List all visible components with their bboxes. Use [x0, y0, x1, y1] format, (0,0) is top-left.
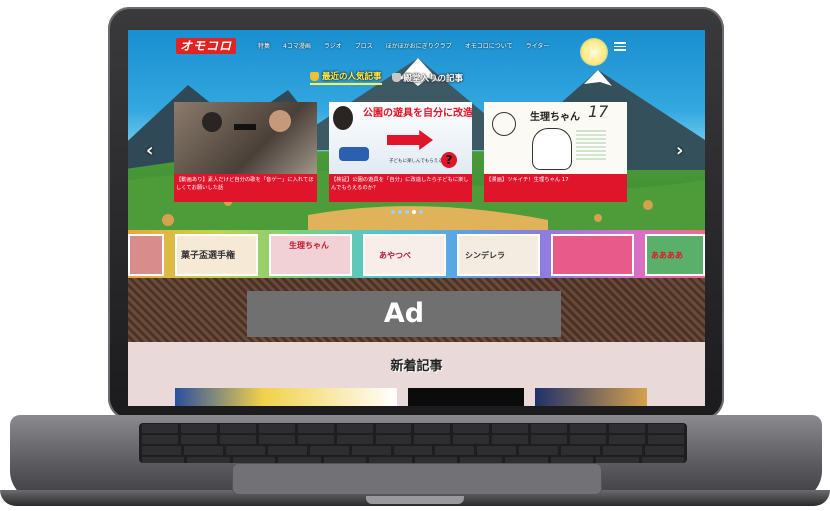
- laptop-frame: オモコロ 特集 4コマ漫画 ラジオ ブロス ほかほかおにぎりクラブ オモコロにつ…: [0, 0, 830, 511]
- nav-menu: 特集 4コマ漫画 ラジオ ブロス ほかほかおにぎりクラブ オモコロについて ライ…: [258, 41, 549, 50]
- article-tabs: 最近の人気記事 殿堂入りの記事: [310, 70, 463, 85]
- screen: オモコロ 特集 4コマ漫画 ラジオ ブロス ほかほかおにぎりクラブ オモコロにつ…: [128, 30, 705, 406]
- carousel-prev-arrow-icon[interactable]: ‹: [146, 140, 153, 161]
- nav-item[interactable]: ラジオ: [324, 41, 342, 50]
- thumb-label: 生理ちゃん: [289, 241, 329, 250]
- new-articles-title: 新着記事: [390, 359, 443, 374]
- thumb-item[interactable]: 生理ちゃん: [269, 234, 352, 276]
- card-image: 生理ちゃん 17: [484, 102, 627, 178]
- card-image: 公園の遊具を自分に改造したら 子どもに楽しんでもらえるのか ?: [329, 102, 472, 178]
- nav-item[interactable]: 4コマ漫画: [283, 41, 311, 50]
- carousel-card[interactable]: 【動画あり】素人だけど自分の歌を「音ゲー」に入れてほしくてお願いした話: [174, 102, 317, 202]
- carousel-card[interactable]: 生理ちゃん 17 【漫画】ツキイチ！生理ちゃん 17: [484, 102, 627, 202]
- card-headline: 生理ちゃん: [530, 112, 580, 123]
- trophy-gold-icon: [310, 71, 319, 81]
- thumb-label: 菓子盃選手権: [181, 251, 236, 261]
- new-article-card[interactable]: [535, 388, 647, 406]
- carousel-cards: 【動画あり】素人だけど自分の歌を「音ゲー」に入れてほしくてお願いした話 公園の遊…: [174, 102, 627, 202]
- hamburger-menu-icon[interactable]: [614, 40, 626, 51]
- nav-item[interactable]: 特集: [258, 41, 270, 50]
- new-article-card[interactable]: [175, 388, 397, 406]
- nav-item[interactable]: ほかほかおにぎりクラブ: [386, 41, 452, 50]
- trackpad: [232, 463, 602, 495]
- keyboard: [139, 423, 687, 463]
- question-mark-icon: ?: [441, 152, 457, 168]
- new-articles-cards: [175, 388, 647, 406]
- trophy-silver-icon: [391, 73, 401, 82]
- ad-banner[interactable]: Ad: [247, 291, 561, 337]
- carousel-dot-active[interactable]: [412, 210, 416, 214]
- thumb-item[interactable]: [551, 234, 634, 276]
- laptop-notch: [366, 496, 464, 504]
- card-caption: 【検証】公園の遊具を「自分」に改造したら子どもに楽しんでもらえるのか？: [329, 174, 472, 202]
- thumb-item[interactable]: ああああ: [645, 234, 705, 276]
- site-logo[interactable]: オモコロ: [176, 38, 237, 54]
- new-article-card[interactable]: [408, 388, 524, 406]
- carousel-next-arrow-icon[interactable]: ›: [676, 140, 683, 161]
- thumb-item[interactable]: 菓子盃選手権: [175, 234, 258, 276]
- card-caption: 【漫画】ツキイチ！生理ちゃん 17: [484, 174, 627, 202]
- thumb-label: シンデレラ: [465, 251, 505, 260]
- nav-item[interactable]: オモコロについて: [465, 41, 513, 50]
- carousel-dot[interactable]: [419, 210, 423, 214]
- thumb-strip: 菓子盃選手権 生理ちゃん あやつべ シンデレラ ああああ: [128, 234, 705, 276]
- carousel-dots: [391, 210, 423, 214]
- top-nav: オモコロ 特集 4コマ漫画 ラジオ ブロス ほかほかおにぎりクラブ オモコロにつ…: [128, 30, 705, 62]
- thumb-item[interactable]: あやつべ: [363, 234, 446, 276]
- carousel-dot[interactable]: [405, 210, 409, 214]
- thumb-label: ああああ: [651, 251, 683, 260]
- hero-banner: オモコロ 特集 4コマ漫画 ラジオ ブロス ほかほかおにぎりクラブ オモコロにつ…: [128, 30, 705, 230]
- carousel-dot[interactable]: [398, 210, 402, 214]
- nav-item[interactable]: ブロス: [355, 41, 373, 50]
- card-headline: 公園の遊具を自分に改造したら: [363, 108, 472, 119]
- card-image: [174, 102, 317, 178]
- card-number: 17: [588, 102, 609, 121]
- tab-hall-of-fame-label: 殿堂入りの記事: [403, 73, 464, 84]
- tab-popular-label: 最近の人気記事: [322, 72, 382, 82]
- thumb-item[interactable]: [128, 234, 164, 276]
- nav-item[interactable]: ライター: [526, 41, 550, 50]
- thumb-label: あやつべ: [379, 251, 411, 260]
- tab-popular[interactable]: 最近の人気記事: [310, 70, 382, 85]
- carousel-card[interactable]: 公園の遊具を自分に改造したら 子どもに楽しんでもらえるのか ? 【検証】公園の遊…: [329, 102, 472, 202]
- tab-hall-of-fame[interactable]: 殿堂入りの記事: [391, 72, 464, 84]
- thumb-item[interactable]: シンデレラ: [457, 234, 540, 276]
- card-caption: 【動画あり】素人だけど自分の歌を「音ゲー」に入れてほしくてお願いした話: [174, 174, 317, 202]
- carousel-dot[interactable]: [391, 210, 395, 214]
